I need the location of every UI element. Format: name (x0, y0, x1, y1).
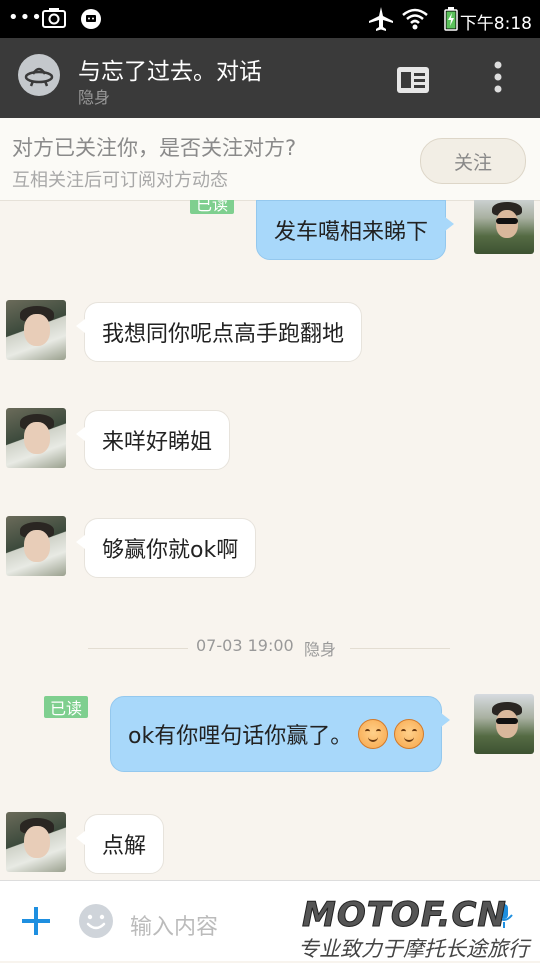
divider-line (350, 648, 450, 649)
emoji-icon[interactable] (78, 903, 114, 939)
smiling-face-emoji (394, 719, 425, 749)
message-text: 我想同你呢点高手跑翻地 (102, 322, 345, 347)
timestamp-divider: 07-03 19:00 隐身 (0, 636, 540, 660)
message-text: 来咩好睇姐 (102, 430, 213, 455)
contact-avatar[interactable] (6, 516, 66, 576)
smiling-face-emoji (358, 719, 389, 749)
message-text: 发车噶相来睇下 (274, 220, 429, 245)
watermark-sub: 专业致力于摩托长途旅行 (298, 937, 529, 961)
status-bar: ••• 下午8:18 (0, 0, 540, 38)
plus-icon[interactable] (20, 905, 52, 937)
watermark: MOTOF.CN 专业致力于摩托长途旅行 (298, 895, 540, 962)
follow-prompt: 对方已关注你，是否关注对方? 互相关注后可订阅对方动态 关注 (0, 118, 540, 201)
presence-status: 隐身 (78, 88, 111, 107)
contact-avatar[interactable] (6, 300, 66, 360)
status-time: 下午8:18 (459, 14, 532, 34)
watermark-main: MOTOF.CN (302, 895, 507, 936)
message-input[interactable]: 输入内容 (130, 909, 218, 941)
contact-avatar[interactable] (6, 812, 66, 872)
chat-bubble-icon (81, 9, 101, 29)
follow-prompt-subtitle: 互相关注后可订阅对方动态 (12, 170, 228, 191)
battery-charging-icon (444, 7, 458, 31)
message-bubble-sent[interactable]: ok有你哩句话你赢了。 (110, 696, 451, 772)
follow-prompt-title: 对方已关注你，是否关注对方? (12, 136, 297, 160)
message-bubble-sent[interactable]: 发车噶相来睇下 (256, 200, 455, 260)
divider-line (88, 648, 188, 649)
screenshot-icon (42, 8, 66, 28)
message-text: 点解 (102, 834, 147, 859)
message-list[interactable]: 已读 发车噶相来睇下 我想同你呢点高手跑翻地 来咩好睇姐 够赢你就ok啊 07-… (0, 200, 540, 880)
message-text: 够赢你就ok啊 (102, 538, 239, 563)
message-text: ok有你哩句话你赢了。 (128, 724, 353, 749)
wifi-icon (402, 8, 428, 30)
profile-card-icon[interactable] (396, 64, 430, 94)
input-bar: 输入内容 MOTOF.CN 专业致力于摩托长途旅行 (0, 880, 540, 961)
message-bubble-received[interactable]: 来咩好睇姐 (75, 410, 231, 470)
timestamp-status: 隐身 (304, 640, 337, 659)
contact-avatar[interactable] (6, 408, 66, 468)
more-vert-icon[interactable] (484, 60, 512, 96)
message-bubble-received[interactable]: 够赢你就ok啊 (75, 518, 257, 578)
my-avatar[interactable] (474, 200, 534, 254)
contact-name: 与忘了过去。对话 (78, 59, 262, 85)
message-bubble-received[interactable]: 点解 (75, 814, 165, 874)
more-dots-icon: ••• (8, 7, 43, 28)
avatar-ufo-icon[interactable] (18, 54, 60, 96)
chat-header: 与忘了过去。对话 隐身 (0, 38, 540, 118)
read-badge: 已读 (44, 696, 89, 718)
my-avatar[interactable] (474, 694, 534, 754)
message-bubble-received[interactable]: 我想同你呢点高手跑翻地 (75, 302, 363, 362)
timestamp-time: 07-03 19:00 (196, 636, 294, 655)
airplane-mode-icon (369, 7, 393, 31)
read-badge: 已读 (190, 200, 235, 214)
follow-button[interactable]: 关注 (420, 138, 526, 184)
